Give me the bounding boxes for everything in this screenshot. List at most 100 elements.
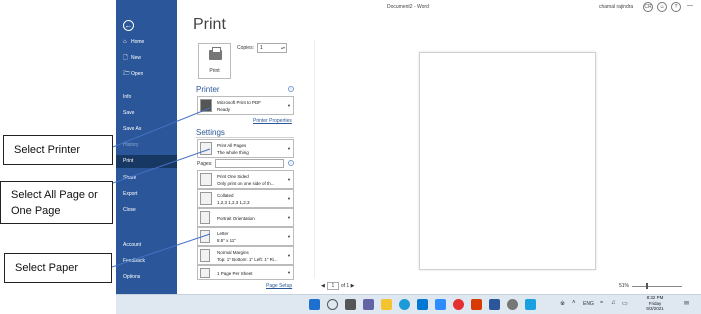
sidebar-item-label: Open (131, 71, 144, 77)
sidebar-item-share[interactable]: Share (116, 172, 177, 185)
info-icon[interactable]: i (288, 160, 294, 166)
copies-value: 1 (260, 45, 263, 51)
callout-select-paper: Select Paper (4, 253, 112, 283)
settings-gear-icon[interactable] (507, 299, 518, 310)
paper-size-dropdown[interactable]: Letter 8.5" x 11" ▼ (197, 227, 294, 246)
sidebar-item-close[interactable]: Close (116, 204, 177, 217)
sidebar-item-new[interactable]: 🗋 New (116, 52, 177, 65)
sidebar-item-feedback[interactable]: Feedback (116, 255, 177, 268)
home-icon: ⌂ (123, 39, 127, 45)
taskbar-clock[interactable]: 8:32 PM Friday 9/3/2021 (637, 294, 673, 312)
collated-icon (200, 192, 212, 205)
word-icon[interactable] (489, 299, 500, 310)
zoom-slider[interactable] (632, 286, 682, 287)
sidebar-item-home[interactable]: ⌂ Home (116, 36, 177, 49)
sidebar-item-save-as[interactable]: Save As (116, 123, 177, 136)
title-bar: Document2 - Word chamal rajindra CR ☺ ? … (177, 0, 701, 14)
minimize-icon[interactable]: — (687, 3, 693, 9)
powerpoint-icon[interactable] (471, 299, 482, 310)
orientation-dropdown[interactable]: Portrait Orientation ▼ (197, 208, 294, 227)
one-sided-icon (200, 173, 212, 186)
sidebar-item-info[interactable]: Info (116, 91, 177, 104)
printer-dropdown[interactable]: Microsoft Print to PDF Ready ▼ (197, 96, 294, 115)
margins-icon (200, 249, 210, 262)
search-icon[interactable] (327, 299, 338, 310)
callout-select-printer: Select Printer (3, 135, 113, 165)
pages-label: Pages: (197, 161, 213, 167)
zoom-app-icon[interactable] (435, 299, 446, 310)
setting-line2: The whole thing (217, 150, 249, 155)
bluetooth-icon[interactable]: ※ (560, 300, 565, 307)
smiley-feedback-icon[interactable]: ☺ (657, 2, 667, 12)
back-arrow-icon[interactable]: ← (123, 20, 134, 31)
chevron-down-icon: ▼ (287, 146, 291, 151)
page-title: Print (193, 16, 226, 33)
file-explorer-icon[interactable] (381, 299, 392, 310)
pages-input[interactable] (215, 159, 284, 168)
next-page-icon[interactable]: ▶ (351, 283, 355, 289)
chevron-down-icon: ▼ (287, 215, 291, 220)
collation-dropdown[interactable]: Collated 1,2,3 1,2,3 1,2,3 ▼ (197, 189, 294, 208)
page-per-sheet-icon (200, 268, 210, 278)
chevron-up-icon[interactable]: ˄ (572, 300, 576, 306)
setting-line1: Print All Pages (217, 143, 247, 148)
chevron-down-icon: ▼ (287, 196, 291, 201)
printer-status: Ready (217, 107, 231, 112)
opera-icon[interactable] (453, 299, 464, 310)
document-title: Document2 - Word (387, 4, 429, 10)
sidebar-item-export[interactable]: Export (116, 188, 177, 201)
setting-line1: Collated (217, 193, 234, 198)
divider (196, 137, 294, 138)
language-indicator[interactable]: ENG (583, 301, 594, 307)
zoom-slider-thumb[interactable] (646, 283, 648, 289)
print-button[interactable]: Print (198, 43, 231, 79)
sidebar-item-account[interactable]: Account (116, 239, 177, 252)
store-icon[interactable] (417, 299, 428, 310)
page-navigator: ◀ 1 of 1 ▶ (321, 282, 354, 290)
notifications-icon[interactable]: ✉ (684, 300, 689, 307)
photos-icon[interactable] (525, 299, 536, 310)
battery-icon[interactable]: ▭ (622, 300, 628, 307)
printer-name: Microsoft Print to PDF (217, 100, 262, 105)
previous-page-icon[interactable]: ◀ (321, 283, 325, 289)
clock-date: 9/3/2021 (646, 306, 664, 311)
chevron-down-icon: ▼ (287, 253, 291, 258)
current-page-input[interactable]: 1 (326, 282, 339, 290)
sidebar-item-label: Home (131, 39, 145, 45)
task-view-icon[interactable] (345, 299, 356, 310)
setting-line1: Print One Sided (217, 174, 249, 179)
portrait-icon (200, 211, 210, 224)
sidebar-item-label: New (131, 55, 142, 61)
page-setup-link[interactable]: Page Setup (266, 283, 292, 289)
info-icon[interactable]: i (288, 86, 294, 92)
print-button-label: Print (209, 68, 220, 74)
edge-icon[interactable] (399, 299, 410, 310)
chevron-down-icon: ▼ (287, 103, 291, 108)
teams-icon[interactable] (363, 299, 374, 310)
pages-per-sheet-dropdown[interactable]: 1 Page Per Sheet ▼ (197, 265, 294, 280)
user-name[interactable]: chamal rajindra (599, 4, 633, 10)
printer-properties-link[interactable]: Printer Properties (253, 118, 292, 124)
sidebar-item-options[interactable]: Options (116, 271, 177, 284)
help-icon[interactable]: ? (671, 2, 681, 12)
sidebar-item-open[interactable]: 🗁Open (116, 68, 177, 81)
sidebar-item-print[interactable]: Print (116, 155, 177, 168)
sidebar-item-save[interactable]: Save (116, 107, 177, 120)
copies-stepper[interactable]: 1 ▴▾ (257, 43, 287, 53)
avatar[interactable]: CR (643, 2, 653, 12)
wifi-icon[interactable]: ≈ (600, 300, 603, 306)
setting-line2: Top: 1" Bottom: 1" Left: 1" Ri... (217, 257, 278, 262)
setting-line2: 8.5" x 11" (217, 238, 236, 243)
sides-dropdown[interactable]: Print One Sided Only print on one side o… (197, 170, 294, 189)
volume-icon[interactable]: ♫ (611, 300, 616, 306)
preview-page (419, 52, 596, 270)
setting-line1: Portrait Orientation (217, 216, 255, 221)
margins-dropdown[interactable]: Normal Margins Top: 1" Bottom: 1" Left: … (197, 246, 294, 265)
setting-line1: 1 Page Per Sheet (217, 271, 253, 276)
stepper-arrows-icon[interactable]: ▴▾ (281, 44, 285, 52)
open-folder-icon: 🗁 (123, 71, 131, 77)
start-icon[interactable] (309, 299, 320, 310)
printer-icon (209, 47, 222, 60)
print-range-dropdown[interactable]: Print All Pages The whole thing ▼ (197, 139, 294, 158)
settings-section-heading: Settings (196, 128, 225, 137)
